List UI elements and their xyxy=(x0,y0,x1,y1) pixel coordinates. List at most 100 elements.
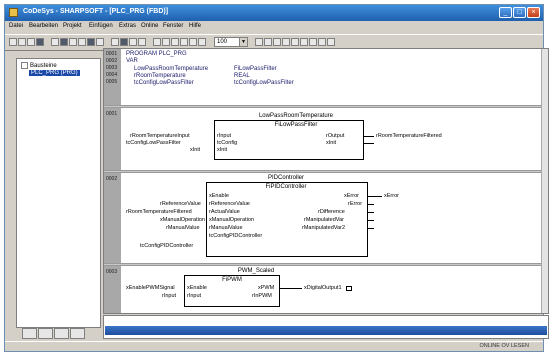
fb-input-pin: xManualOperation xyxy=(209,217,254,223)
fb-output-pin: xInit xyxy=(326,140,337,146)
menu-insert[interactable]: Einfügen xyxy=(89,23,113,29)
connection-line xyxy=(368,228,374,229)
network-icon[interactable] xyxy=(255,38,263,46)
menu-extras[interactable]: Extras xyxy=(119,23,136,29)
output-icon[interactable] xyxy=(291,38,299,46)
stop-icon[interactable] xyxy=(69,38,77,46)
jump-icon[interactable] xyxy=(300,38,308,46)
fb-input-pin: tcConfig xyxy=(217,140,238,146)
connection-line xyxy=(368,196,382,197)
cut-icon[interactable] xyxy=(153,38,161,46)
box-icon[interactable] xyxy=(273,38,281,46)
menu-help[interactable]: Hilfe xyxy=(189,23,201,29)
copy-icon[interactable] xyxy=(162,38,170,46)
new-icon[interactable] xyxy=(9,38,17,46)
input-variable[interactable]: rRoomTemperatureInput xyxy=(130,133,190,139)
output-checkbox[interactable] xyxy=(346,286,352,291)
fbd-editor[interactable]: 0001 0002 0003 0004 0005 PROGRAM PLC_PRG… xyxy=(103,48,549,314)
step-in-icon[interactable] xyxy=(96,38,104,46)
tab-visualizations-icon[interactable] xyxy=(54,328,69,339)
menu-project[interactable]: Projekt xyxy=(63,23,82,29)
declaration-var-type: tcConfigLowPassFilter xyxy=(234,80,294,86)
fb-input-pin: xEnable xyxy=(187,285,207,291)
tree-root-pous[interactable]: Bausteine xyxy=(21,62,57,69)
vertical-scrollbar[interactable] xyxy=(541,49,548,313)
logout-icon[interactable] xyxy=(51,38,59,46)
input-variable[interactable]: tcConfigPIDController xyxy=(140,243,193,249)
run-icon[interactable] xyxy=(60,38,68,46)
input-variable[interactable]: rReferenceValue xyxy=(160,201,201,207)
open-icon[interactable] xyxy=(18,38,26,46)
connection-line xyxy=(364,136,374,137)
splitter[interactable] xyxy=(104,105,544,108)
fb-input-pin: rReferenceValue xyxy=(209,201,250,207)
save-icon[interactable] xyxy=(27,38,35,46)
title-bar: CoDeSys - SHARPSOFT - [PLC_PRG (FBD)] _ … xyxy=(5,5,543,21)
negate-icon[interactable] xyxy=(318,38,326,46)
fb-output-pin: xError xyxy=(344,193,359,199)
chevron-down-icon[interactable]: ▼ xyxy=(239,38,247,46)
input-variable[interactable]: rInput xyxy=(162,293,176,299)
release-force-icon[interactable] xyxy=(138,38,146,46)
connection-line xyxy=(280,288,302,289)
progress-bar xyxy=(105,326,547,335)
application-window: CoDeSys - SHARPSOFT - [PLC_PRG (FBD)] _ … xyxy=(4,4,549,352)
menu-window[interactable]: Fenster xyxy=(163,23,183,29)
input-variable[interactable]: xInit xyxy=(190,147,200,153)
set-reset-icon[interactable] xyxy=(327,38,335,46)
declaration-var-name: tcConfigLowPassFilter xyxy=(134,80,194,86)
menu-edit[interactable]: Bearbeiten xyxy=(29,23,58,29)
paste-icon[interactable] xyxy=(171,38,179,46)
app-icon xyxy=(9,8,18,17)
declaration-var-type: REAL xyxy=(234,73,250,79)
input-variable[interactable]: rRoomTemperatureFiltered xyxy=(126,209,192,215)
find-icon[interactable] xyxy=(189,38,197,46)
fb-instance-name: LowPassRoomTemperature xyxy=(258,113,334,119)
tab-pous-icon[interactable] xyxy=(22,328,37,339)
output-variable[interactable]: xError xyxy=(384,193,399,199)
network-gutter: 0003 xyxy=(104,266,121,313)
close-button[interactable]: × xyxy=(527,7,540,18)
declaration-var-type: FiLowPassFilter xyxy=(234,66,277,72)
output-variable[interactable]: rRoomTemperatureFiltered xyxy=(376,133,442,139)
menu-online[interactable]: Online xyxy=(141,23,158,29)
declaration-header-program: PROGRAM PLC_PRG xyxy=(126,51,187,57)
find-next-icon[interactable] xyxy=(198,38,206,46)
write-values-icon[interactable] xyxy=(120,38,128,46)
message-window xyxy=(103,315,549,339)
input-variable[interactable]: xManualOperation xyxy=(160,217,205,223)
maximize-button[interactable]: □ xyxy=(513,7,526,18)
network-gutter: 0002 xyxy=(104,173,121,263)
fb-input-pin: rInput xyxy=(217,133,232,139)
fb-output-pin: rInPWM xyxy=(252,293,272,299)
declaration-var-name: rRoomTemperature xyxy=(134,73,186,79)
force-values-icon[interactable] xyxy=(129,38,137,46)
fb-input-pin: xInit xyxy=(217,147,228,153)
input-variable[interactable]: rManualValue xyxy=(166,225,200,231)
fb-type-name: FiLowPassFilter xyxy=(274,122,318,128)
tree-item-plc-prg[interactable]: PLC_PRG (PRG) xyxy=(29,70,80,76)
step-over-icon[interactable] xyxy=(87,38,95,46)
fb-output-pin: rError xyxy=(348,201,363,207)
output-variable[interactable]: xDigitalOutput1 xyxy=(304,285,342,291)
return-icon[interactable] xyxy=(309,38,317,46)
menu-file[interactable]: Datei xyxy=(9,23,23,29)
tab-data-types-icon[interactable] xyxy=(38,328,53,339)
single-cycle-icon[interactable] xyxy=(111,38,119,46)
input-icon[interactable] xyxy=(282,38,290,46)
network-after-icon[interactable] xyxy=(264,38,272,46)
input-variable[interactable]: tcConfigLowPassFilter xyxy=(126,140,181,146)
login-icon[interactable] xyxy=(36,38,44,46)
fb-input-pin: rActualValue xyxy=(209,209,240,215)
fb-instance-name: PIDController xyxy=(267,175,304,181)
tab-resources-icon[interactable] xyxy=(70,328,85,339)
delete-icon[interactable] xyxy=(180,38,188,46)
minimize-button[interactable]: _ xyxy=(499,7,512,18)
breakpoint-icon[interactable] xyxy=(78,38,86,46)
object-tree[interactable]: Bausteine PLC_PRG (PRG) xyxy=(16,58,101,328)
fb-output-pin: rDifference xyxy=(318,209,345,215)
zoom-select[interactable]: 100 ▼ xyxy=(214,37,248,47)
fb-instance-name: PWM_Scaled xyxy=(237,268,275,274)
zoom-value: 100 xyxy=(217,39,228,45)
input-variable[interactable]: xEnablePWMSignal xyxy=(126,285,175,291)
